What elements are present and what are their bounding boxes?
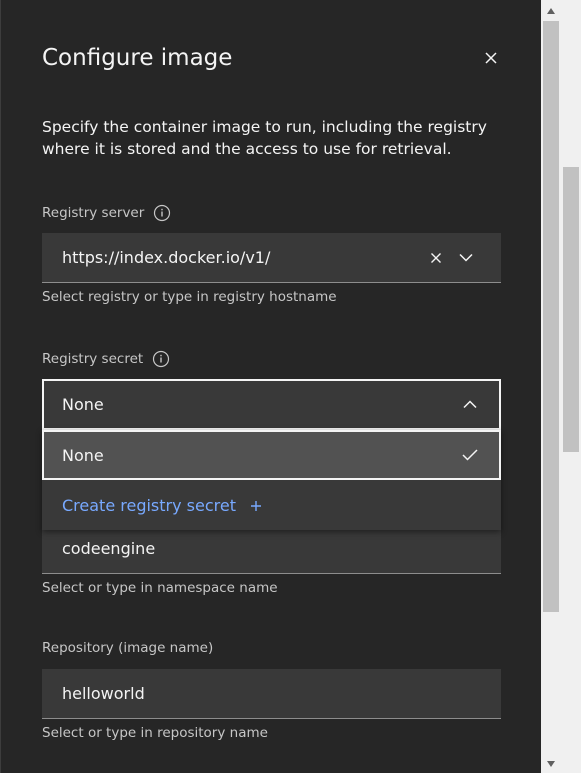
repository-combobox[interactable]: helloworld (42, 669, 501, 719)
clear-icon (431, 252, 441, 263)
close-button[interactable] (477, 44, 505, 72)
close-icon (485, 52, 497, 64)
outer-scrollbar-thumb[interactable] (563, 167, 579, 452)
configure-image-panel: Configure image Specify the container im… (0, 0, 541, 773)
repository-value: helloworld (62, 684, 145, 703)
panel-title: Configure image (42, 45, 233, 71)
namespace-combobox[interactable]: codeengine (42, 524, 501, 574)
chevron-up-icon (463, 400, 477, 409)
create-registry-secret-link[interactable]: Create registry secret (42, 481, 501, 530)
scroll-up-button[interactable] (541, 2, 561, 20)
scroll-down-button[interactable] (541, 755, 561, 773)
chevron-down-icon (459, 253, 473, 262)
registry-secret-value: None (62, 395, 104, 414)
repository-label: Repository (image name) (42, 640, 214, 656)
triangle-down-icon (547, 761, 555, 767)
registry-secret-dropdown-toggle[interactable] (455, 390, 485, 420)
repository-helper: Select or type in repository name (42, 725, 268, 741)
registry-secret-menu: None Create registry secret (42, 430, 501, 530)
registry-server-label: Registry server (42, 204, 171, 222)
registry-server-combobox[interactable]: https://index.docker.io/v1/ (42, 233, 501, 283)
registry-server-value: https://index.docker.io/v1/ (62, 248, 271, 267)
registry-secret-dropdown[interactable]: None (42, 379, 501, 430)
info-icon[interactable] (152, 350, 170, 368)
checkmark-icon (455, 440, 485, 470)
info-icon[interactable] (153, 204, 171, 222)
menu-item-none[interactable]: None (42, 430, 501, 480)
scrollbar-thumb[interactable] (543, 21, 559, 612)
namespace-value: codeengine (62, 539, 156, 558)
triangle-up-icon (547, 8, 555, 14)
registry-secret-label: Registry secret (42, 350, 170, 368)
plus-icon (250, 500, 262, 512)
clear-selection-button[interactable] (421, 243, 451, 273)
namespace-helper: Select or type in namespace name (42, 580, 278, 596)
registry-server-dropdown-toggle[interactable] (451, 243, 481, 273)
panel-description: Specify the container image to run, incl… (42, 118, 487, 158)
registry-server-helper: Select registry or type in registry host… (42, 289, 337, 305)
